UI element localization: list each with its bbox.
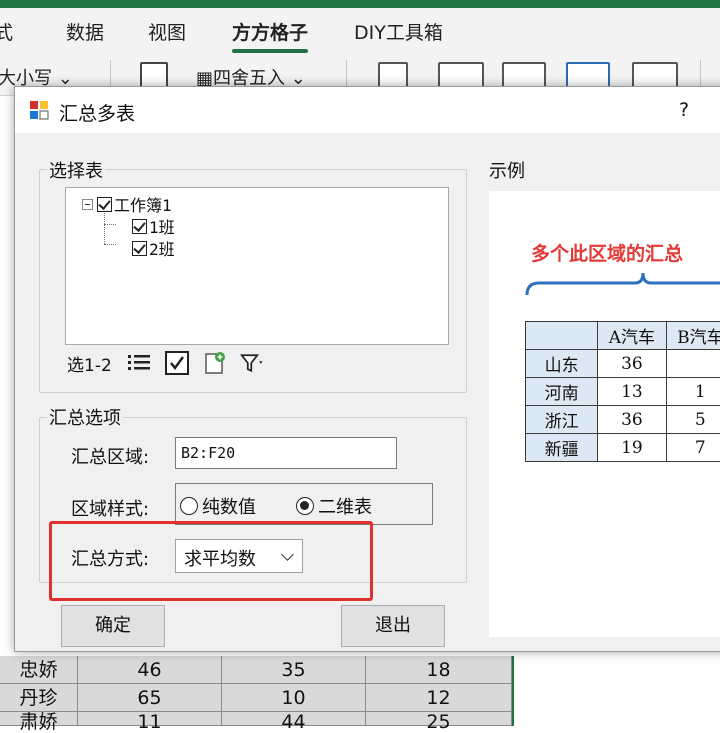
table-cell: 7	[666, 434, 720, 462]
area-label: 汇总区域:	[71, 443, 149, 469]
cell-value[interactable]: 18	[366, 656, 512, 684]
example-table: A汽车 B汽车 山东 36 河南 13 1 浙江 36 5 新疆 19 7	[525, 321, 720, 462]
select-sheets-label: 选择表	[47, 157, 105, 183]
dialog-titlebar: 汇总多表 ?	[15, 87, 720, 133]
add-document-icon[interactable]	[202, 351, 228, 375]
table-row: 河南 13 1	[526, 378, 720, 406]
cell-value[interactable]: 46	[78, 656, 222, 684]
highlight-box	[49, 521, 373, 601]
radio-selected-icon[interactable]	[296, 497, 314, 515]
table-cell	[666, 350, 720, 378]
select-range-text[interactable]: 选1-2	[67, 351, 112, 376]
area-input[interactable]	[175, 437, 397, 469]
list-icon[interactable]	[126, 351, 152, 375]
radio-label: 纯数值	[202, 493, 256, 519]
radio-icon[interactable]	[180, 497, 198, 515]
sheet-tree: 工作簿1 1班 2班	[65, 187, 449, 345]
tree-toolbar: 选1-2	[67, 349, 278, 377]
table-cell: 19	[598, 434, 666, 462]
table-row: 山东 36	[526, 350, 720, 378]
summary-options-label: 汇总选项	[47, 404, 123, 430]
example-caption: 多个此区域的汇总	[531, 239, 683, 266]
tree-item-label: 1班	[149, 214, 175, 238]
table-cell: 浙江	[526, 406, 598, 434]
tab-fangfang[interactable]: 方方格子	[232, 18, 308, 45]
cell-name[interactable]: 肃娇	[0, 712, 78, 726]
dialog-title: 汇总多表	[59, 99, 135, 126]
cell-value[interactable]: 35	[222, 656, 366, 684]
table-cell: 山东	[526, 350, 598, 378]
checkbox-icon[interactable]	[132, 241, 147, 256]
ok-button[interactable]: 确定	[61, 605, 165, 647]
tree-root-label: 工作簿1	[114, 192, 172, 216]
table-cell: 1	[666, 378, 720, 406]
merge-sheets-dialog: 汇总多表 ? 选择表 工作簿1 1班 2班 选1-2	[14, 86, 720, 652]
tab-data[interactable]: 数据	[66, 18, 104, 45]
table-row: 肃娇 11 44 25	[0, 712, 512, 726]
table-row: 忠娇 46 35 18	[0, 656, 512, 684]
cell-value[interactable]: 10	[222, 684, 366, 712]
table-cell: B汽车	[666, 322, 720, 350]
cell-value[interactable]: 44	[222, 712, 366, 726]
table-cell: 36	[598, 350, 666, 378]
table-cell: A汽车	[598, 322, 666, 350]
tree-root[interactable]: 工作簿1	[82, 192, 172, 216]
exit-button[interactable]: 退出	[341, 605, 445, 647]
table-row: 丹珍 65 10 12	[0, 684, 512, 712]
help-button[interactable]: ?	[679, 99, 689, 121]
title-bar-strip	[0, 0, 720, 8]
table-cell: 5	[666, 406, 720, 434]
active-tab-underline	[232, 49, 308, 53]
tab-diy-toolbox[interactable]: DIY工具箱	[354, 18, 443, 45]
cell-value[interactable]: 12	[366, 684, 512, 712]
radio-plain-values[interactable]: 纯数值	[180, 493, 256, 519]
table-row: 浙江 36 5	[526, 406, 720, 434]
table-cell: 13	[598, 378, 666, 406]
radio-label: 二维表	[318, 493, 372, 519]
checkbox-icon[interactable]	[97, 197, 112, 212]
style-radio-group: 纯数值 二维表	[175, 483, 433, 525]
cell-value[interactable]: 11	[78, 712, 222, 726]
collapse-icon[interactable]	[82, 199, 93, 210]
example-label: 示例	[487, 157, 527, 183]
table-cell	[526, 322, 598, 350]
tree-item-label: 2班	[149, 236, 175, 260]
table-cell: 河南	[526, 378, 598, 406]
style-label: 区域样式:	[71, 495, 149, 521]
radio-2d-table[interactable]: 二维表	[296, 493, 372, 519]
app-icon	[29, 100, 49, 120]
tree-item-class1[interactable]: 1班	[132, 214, 175, 238]
ribbon-tabs: 式 数据 视图 方方格子 DIY工具箱	[0, 8, 720, 54]
table-cell: 36	[598, 406, 666, 434]
tree-item-class2[interactable]: 2班	[132, 236, 175, 260]
table-row: A汽车 B汽车	[526, 322, 720, 350]
cell-name[interactable]: 丹珍	[0, 684, 78, 712]
checkbox-icon[interactable]	[132, 219, 147, 234]
tab-view[interactable]: 视图	[148, 18, 186, 45]
cell-name[interactable]: 忠娇	[0, 656, 78, 684]
table-row: 新疆 19 7	[526, 434, 720, 462]
cell-value[interactable]: 25	[366, 712, 512, 726]
tab-formulas[interactable]: 式	[0, 18, 13, 45]
cell-value[interactable]: 65	[78, 684, 222, 712]
example-pane: 多个此区域的汇总 A汽车 B汽车 山东 36 河南 13 1 浙江 36	[489, 191, 720, 637]
check-all-icon[interactable]	[164, 351, 190, 375]
table-cell: 新疆	[526, 434, 598, 462]
selection-border	[512, 656, 514, 726]
brace-icon	[525, 271, 720, 299]
filter-dropdown-icon[interactable]	[240, 351, 266, 375]
